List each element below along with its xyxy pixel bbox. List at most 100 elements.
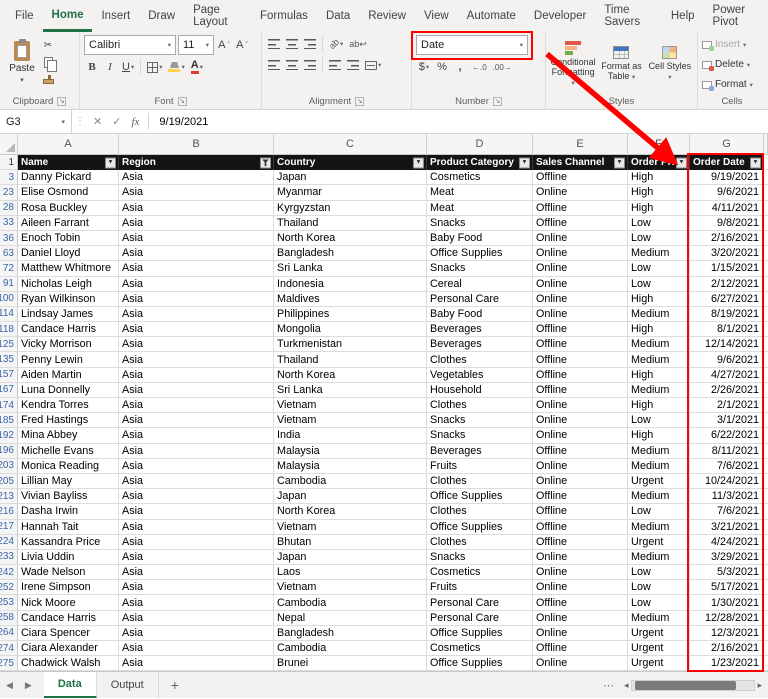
cell[interactable]: Personal Care xyxy=(427,610,533,626)
menu-tab-draw[interactable]: Draw xyxy=(139,0,184,32)
font-color-button[interactable]: A ▾ xyxy=(189,58,205,76)
column-header-B[interactable]: B xyxy=(119,134,274,155)
column-header-A[interactable]: A xyxy=(18,134,119,155)
cell[interactable]: Offline xyxy=(533,504,628,520)
increase-indent-button[interactable] xyxy=(345,56,361,74)
cell[interactable]: Asia xyxy=(119,610,274,626)
cell[interactable]: Online xyxy=(533,428,628,444)
column-header-E[interactable]: E xyxy=(533,134,628,155)
cell[interactable]: Penny Lewin xyxy=(18,352,119,368)
paste-button[interactable]: Paste ▾ xyxy=(4,35,40,89)
cell[interactable]: Office Supplies xyxy=(427,489,533,505)
cell[interactable]: Low xyxy=(628,595,690,611)
comma-style-button[interactable]: , xyxy=(452,58,468,76)
filter-button-country[interactable]: ▼ xyxy=(413,157,424,169)
enter-icon[interactable]: ✓ xyxy=(107,110,126,133)
row-number[interactable]: 114 xyxy=(0,306,18,323)
cell[interactable]: 6/22/2021 xyxy=(690,428,764,444)
cell[interactable]: Online xyxy=(533,306,628,323)
cell[interactable]: Lindsay James xyxy=(18,306,119,323)
row-number[interactable]: 28 xyxy=(0,200,18,216)
cell-styles-button[interactable]: Cell Styles ▾ xyxy=(647,46,693,83)
row-number[interactable]: 125 xyxy=(0,337,18,353)
cell[interactable]: Asia xyxy=(119,595,274,611)
copy-button[interactable] xyxy=(40,54,57,72)
header-cell-order-date[interactable]: Order Date ▼ xyxy=(690,155,764,171)
cell[interactable]: Candace Harris xyxy=(18,610,119,626)
cell[interactable]: Turkmenistan xyxy=(274,337,427,353)
accounting-format-button[interactable]: $ ▾ xyxy=(416,58,432,76)
cell[interactable]: 2/16/2021 xyxy=(690,230,764,247)
cell[interactable]: Candace Harris xyxy=(18,322,119,338)
cell[interactable]: Medium xyxy=(628,458,690,474)
cell[interactable]: High xyxy=(628,398,690,414)
cell[interactable]: High xyxy=(628,322,690,338)
format-cells-button[interactable]: Format ▾ xyxy=(702,76,753,93)
cell[interactable]: Medium xyxy=(628,352,690,368)
cell[interactable]: Bangladesh xyxy=(274,625,427,641)
fill-color-button[interactable]: ▾ xyxy=(166,58,186,76)
cell[interactable]: High xyxy=(628,185,690,201)
merge-center-button[interactable]: ▾ xyxy=(363,56,383,74)
cell[interactable]: Office Supplies xyxy=(427,656,533,672)
row-number[interactable]: 216 xyxy=(0,504,18,520)
cell[interactable]: Ryan Wilkinson xyxy=(18,291,119,307)
cell[interactable]: Online xyxy=(533,549,628,566)
cell[interactable]: Vicky Morrison xyxy=(18,337,119,353)
cell[interactable]: Nick Moore xyxy=(18,595,119,611)
cell[interactable]: Clothes xyxy=(427,534,533,550)
sheet-nav-right-icon[interactable]: ▶ xyxy=(19,672,38,698)
wrap-text-button[interactable]: ab↩ xyxy=(347,35,369,53)
delete-cells-button[interactable]: Delete ▾ xyxy=(702,56,750,73)
column-header-F[interactable]: F xyxy=(628,134,690,155)
cell[interactable]: Beverages xyxy=(427,443,533,459)
row-number[interactable]: 233 xyxy=(0,549,18,566)
row-number[interactable]: 33 xyxy=(0,215,18,231)
cell[interactable]: 4/11/2021 xyxy=(690,200,764,216)
cell[interactable]: India xyxy=(274,428,427,444)
cell[interactable]: Offline xyxy=(533,337,628,353)
cell[interactable]: Cambodia xyxy=(274,595,427,611)
cell[interactable]: Offline xyxy=(533,170,628,186)
menu-tab-home[interactable]: Home xyxy=(42,0,93,32)
cell[interactable]: Daniel Lloyd xyxy=(18,246,119,262)
row-number[interactable]: 224 xyxy=(0,534,18,550)
menu-tab-data[interactable]: Data xyxy=(317,0,359,32)
cell[interactable]: Urgent xyxy=(628,473,690,490)
cell[interactable]: Mongolia xyxy=(274,322,427,338)
cell[interactable]: 12/28/2021 xyxy=(690,610,764,626)
menu-tab-view[interactable]: View xyxy=(415,0,458,32)
cell[interactable]: Japan xyxy=(274,489,427,505)
cell[interactable]: Medium xyxy=(628,382,690,398)
italic-button[interactable]: I xyxy=(102,58,118,76)
format-as-table-button[interactable]: Format as Table ▾ xyxy=(598,46,644,83)
cell[interactable]: Medium xyxy=(628,519,690,535)
cell[interactable]: Thailand xyxy=(274,215,427,231)
bold-button[interactable]: B xyxy=(84,58,100,76)
cell[interactable]: Asia xyxy=(119,352,274,368)
cell[interactable]: Online xyxy=(533,291,628,307)
cell[interactable]: Maldives xyxy=(274,291,427,307)
scrollbar-thumb[interactable] xyxy=(635,680,737,690)
cell[interactable]: Urgent xyxy=(628,641,690,657)
header-cell-country[interactable]: Country ▼ xyxy=(274,155,427,171)
more-icon[interactable]: ⋯ xyxy=(599,672,618,698)
cell[interactable]: Online xyxy=(533,610,628,626)
cell[interactable]: Offline xyxy=(533,534,628,550)
cell[interactable]: Aiden Martin xyxy=(18,367,119,383)
cell[interactable]: Asia xyxy=(119,519,274,535)
cell[interactable]: Kassandra Price xyxy=(18,534,119,550)
cell[interactable]: Sri Lanka xyxy=(274,382,427,398)
cell[interactable]: 7/6/2021 xyxy=(690,504,764,520)
cell[interactable]: Asia xyxy=(119,367,274,383)
cell[interactable]: Luna Donnelly xyxy=(18,382,119,398)
cell[interactable]: Vietnam xyxy=(274,413,427,429)
header-cell-order-priority[interactable]: Order Priority ▼ xyxy=(628,155,690,171)
underline-button[interactable]: U ▾ xyxy=(120,58,136,76)
cell[interactable]: Matthew Whitmore xyxy=(18,261,119,277)
cell[interactable]: Asia xyxy=(119,306,274,323)
horizontal-scrollbar[interactable]: ◂ ▸ xyxy=(618,672,768,698)
cell[interactable]: 8/19/2021 xyxy=(690,306,764,323)
cell[interactable]: Cambodia xyxy=(274,473,427,490)
cell[interactable]: Meat xyxy=(427,185,533,201)
